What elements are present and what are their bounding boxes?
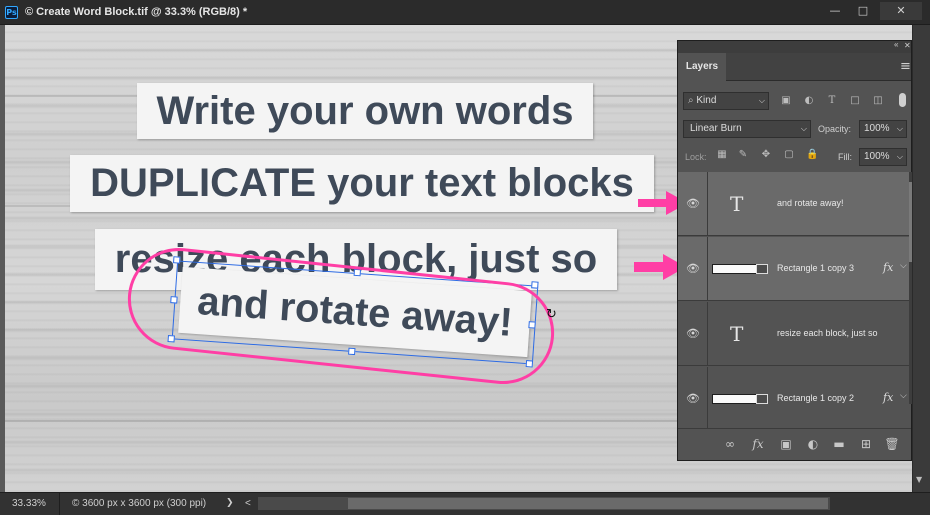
layers-footer-toolbar: ∞ fx ▣ ◐ ▬ ⊞ 🗑	[678, 428, 911, 458]
vertical-scrollbar[interactable]: ▼	[912, 25, 930, 492]
horizontal-scrollbar-thumb[interactable]	[348, 498, 828, 509]
lock-transparent-pixels-icon[interactable]: ▦	[716, 149, 728, 160]
chevron-down-icon: ⌵	[800, 124, 807, 133]
new-layer-icon[interactable]: ⊞	[858, 437, 874, 451]
visibility-eye-icon[interactable]: 👁	[686, 197, 700, 211]
layer-row[interactable]: 👁 T resize each block, just so	[678, 302, 911, 366]
title-bar: Ps © Create Word Block.tif @ 33.3% (RGB/…	[0, 0, 930, 25]
row-divider	[707, 302, 708, 366]
layer-name[interactable]: and rotate away!	[777, 198, 844, 208]
transform-handle[interactable]	[531, 281, 539, 289]
lock-artboard-icon[interactable]: ▢	[783, 149, 795, 160]
search-icon: ⌕	[688, 95, 694, 106]
filter-kind-label: Kind	[696, 95, 717, 106]
vector-mask-thumbnail	[756, 394, 768, 404]
close-button[interactable]: ✕	[880, 2, 922, 20]
filter-smart-object-icon[interactable]: ◫	[871, 95, 885, 106]
fill-field[interactable]: 100% ⌵	[859, 148, 907, 166]
lock-all-icon[interactable]: 🔒	[806, 149, 818, 160]
filter-toggle-icon[interactable]	[899, 93, 906, 107]
collapse-panel-icon[interactable]: «	[894, 40, 898, 49]
fill-label: Fill:	[838, 152, 852, 162]
layer-row[interactable]: 👁 Rectangle 1 copy 3 fx ⌵	[678, 237, 911, 301]
text-layer-thumbnail-icon: T	[730, 192, 744, 216]
lock-position-icon[interactable]: ✥	[760, 149, 772, 160]
layers-scrollbar[interactable]	[909, 172, 912, 404]
filter-adjustment-icon[interactable]: ◐	[802, 95, 816, 106]
panel-menu-icon[interactable]: ≡	[900, 59, 911, 74]
minimize-button[interactable]: —	[823, 2, 847, 20]
row-divider	[707, 237, 708, 301]
filter-pixel-icon[interactable]: ▣	[779, 95, 793, 106]
horizontal-scrollbar[interactable]	[258, 497, 830, 510]
new-adjustment-layer-icon[interactable]: ◐	[805, 437, 821, 451]
add-layer-style-icon[interactable]: fx	[750, 437, 766, 451]
text-layer-thumbnail-icon: T	[730, 322, 744, 346]
layer-name[interactable]: Rectangle 1 copy 2	[777, 393, 854, 403]
photoshop-window: Ps © Create Word Block.tif @ 33.3% (RGB/…	[0, 0, 930, 515]
layer-row[interactable]: 👁 T and rotate away!	[678, 172, 911, 236]
chevron-down-icon[interactable]: ⌵	[897, 149, 903, 165]
layer-row[interactable]: 👁 Rectangle 1 copy 2 fx ⌵	[678, 367, 911, 431]
status-menu-arrow-icon[interactable]: ❯	[226, 498, 234, 508]
word-block-2[interactable]: DUPLICATE your text blocks	[70, 155, 654, 212]
opacity-value: 100%	[864, 123, 890, 134]
document-info[interactable]: © 3600 px x 3600 px (300 ppi)	[72, 498, 206, 509]
rotate-cursor-icon: ↻	[546, 307, 557, 322]
new-group-icon[interactable]: ▬	[831, 437, 847, 451]
row-divider	[707, 172, 708, 236]
link-layers-icon[interactable]: ∞	[722, 437, 738, 451]
layers-panel: « ✕ Layers ≡ ⌕ Kind ⌵ ▣ ◐ T □ ◫ Linear B…	[677, 40, 912, 461]
lock-label: Lock:	[685, 152, 707, 162]
chevron-down-icon[interactable]: ⌵	[900, 391, 907, 401]
opacity-field[interactable]: 100% ⌵	[859, 120, 907, 138]
blend-mode-select[interactable]: Linear Burn ⌵	[683, 120, 811, 138]
scroll-down-icon[interactable]: ▼	[916, 475, 922, 484]
maximize-button[interactable]: □	[851, 2, 875, 20]
visibility-eye-icon[interactable]: 👁	[686, 262, 700, 276]
filter-kind-select[interactable]: ⌕ Kind ⌵	[683, 92, 769, 110]
word-block-1[interactable]: Write your own words	[137, 83, 593, 139]
opacity-label: Opacity:	[818, 124, 852, 134]
tab-layers[interactable]: Layers	[678, 53, 726, 81]
filter-type-icon[interactable]: T	[825, 95, 839, 106]
chevron-down-icon[interactable]: ⌵	[900, 261, 907, 271]
layer-name[interactable]: resize each block, just so	[777, 328, 878, 338]
status-bar: 33.33% © 3600 px x 3600 px (300 ppi) ❯ <	[0, 492, 930, 515]
zoom-level[interactable]: 33.33%	[0, 493, 60, 515]
layer-effects-icon[interactable]: fx	[883, 261, 893, 274]
add-mask-icon[interactable]: ▣	[778, 437, 794, 451]
vector-mask-thumbnail	[756, 264, 768, 274]
layer-name[interactable]: Rectangle 1 copy 3	[777, 263, 854, 273]
lock-image-pixels-icon[interactable]: ✎	[737, 149, 749, 160]
layer-effects-icon[interactable]: fx	[883, 391, 893, 404]
blend-mode-value: Linear Burn	[690, 123, 742, 134]
photoshop-app-icon: Ps	[5, 6, 18, 19]
panel-tab-bar: Layers ≡	[678, 53, 911, 81]
layers-scrollbar-thumb[interactable]	[909, 182, 912, 262]
visibility-eye-icon[interactable]: 👁	[686, 327, 700, 341]
panel-header-strip: « ✕	[678, 40, 911, 53]
delete-layer-icon[interactable]: 🗑	[884, 437, 900, 451]
filter-shape-icon[interactable]: □	[848, 95, 862, 106]
scroll-left-icon[interactable]: <	[245, 498, 251, 509]
fill-value: 100%	[864, 151, 890, 162]
document-tab-title[interactable]: © Create Word Block.tif @ 33.3% (RGB/8) …	[25, 6, 247, 18]
chevron-down-icon: ⌵	[758, 96, 765, 105]
row-divider	[707, 367, 708, 431]
close-panel-icon[interactable]: ✕	[904, 41, 911, 50]
chevron-down-icon[interactable]: ⌵	[897, 121, 903, 137]
visibility-eye-icon[interactable]: 👁	[686, 392, 700, 406]
